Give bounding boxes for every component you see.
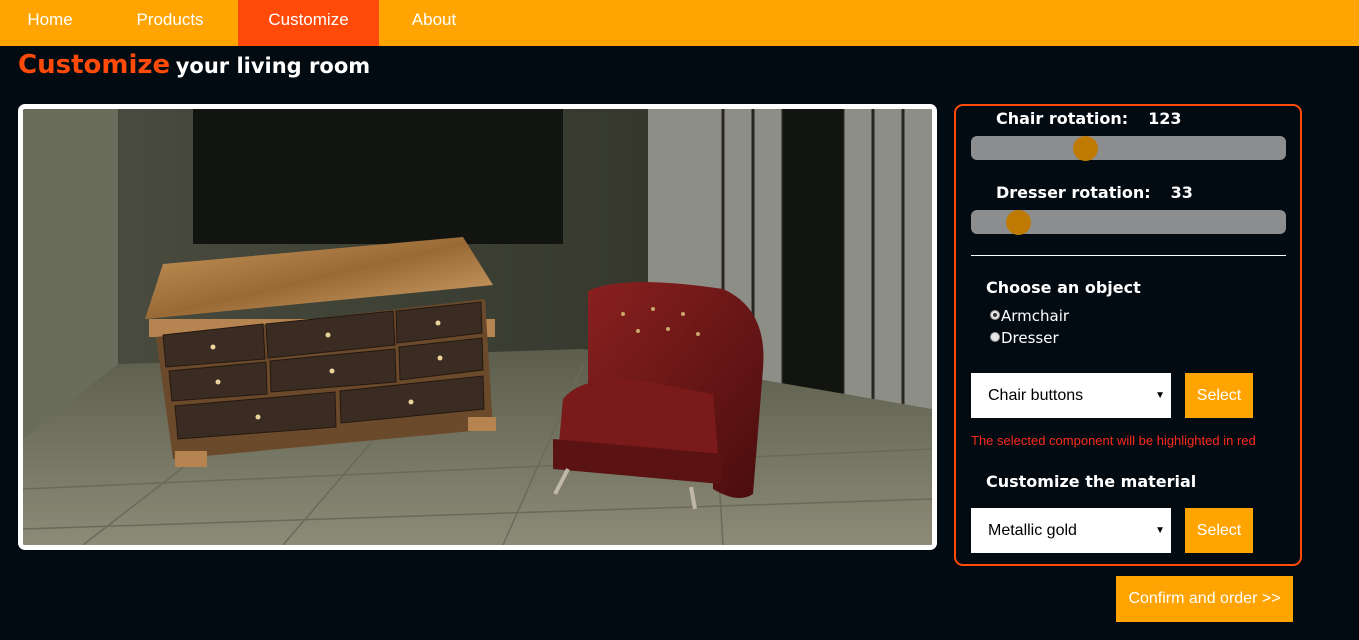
chair-rotation-label: Chair rotation: 123 (996, 109, 1182, 128)
dresser-rotation-slider[interactable] (971, 210, 1286, 235)
tv-screen (193, 109, 563, 244)
panel-divider (971, 255, 1286, 256)
room-scene (23, 109, 932, 545)
component-select[interactable]: Chair buttons ▼ (971, 373, 1171, 418)
chair-rotation-text: Chair rotation: (996, 109, 1129, 128)
chair-rotation-slider[interactable] (971, 136, 1286, 161)
radio-armchair[interactable]: Armchair (990, 307, 1069, 325)
dresser-rotation-label: Dresser rotation: 33 (996, 183, 1193, 202)
room-3d-viewport[interactable] (18, 104, 937, 550)
dresser-rotation-text: Dresser rotation: (996, 183, 1151, 202)
chevron-down-icon: ▼ (1155, 390, 1165, 401)
page-title-accent: Customize (18, 50, 171, 80)
material-select-value: Metallic gold (988, 522, 1077, 539)
radio-dresser-button[interactable] (990, 332, 1000, 342)
component-select-value: Chair buttons (988, 387, 1084, 404)
radio-dresser-label: Dresser (1001, 329, 1059, 347)
component-hint: The selected component will be highlight… (971, 433, 1256, 448)
top-nav: Home Products Customize About (0, 0, 1359, 46)
nav-customize[interactable]: Customize (238, 0, 379, 46)
material-select[interactable]: Metallic gold ▼ (971, 508, 1171, 553)
nav-home[interactable]: Home (0, 0, 100, 46)
dresser-model[interactable] (145, 237, 496, 467)
page-title-rest: your living room (175, 54, 371, 78)
chair-rotation-thumb[interactable] (1072, 136, 1098, 161)
customize-panel: Chair rotation: 123 Dresser rotation: 33 C… (954, 104, 1302, 566)
radio-armchair-button[interactable] (990, 310, 1000, 320)
component-select-button[interactable]: Select (1185, 373, 1253, 418)
nav-about[interactable]: About (379, 0, 489, 46)
dresser-rotation-thumb[interactable] (1005, 210, 1031, 235)
customize-material-title: Customize the material (986, 472, 1197, 491)
material-select-button[interactable]: Select (1185, 508, 1253, 553)
nav-products[interactable]: Products (100, 0, 240, 46)
page-title: Customize your living room (18, 50, 370, 80)
chair-rotation-value: 123 (1148, 109, 1182, 128)
radio-dresser[interactable]: Dresser (990, 329, 1059, 347)
chevron-down-icon: ▼ (1155, 525, 1165, 536)
dresser-rotation-value: 33 (1170, 183, 1193, 202)
confirm-order-button[interactable]: Confirm and order >> (1116, 576, 1293, 622)
radio-armchair-label: Armchair (1001, 307, 1070, 325)
choose-object-title: Choose an object (986, 278, 1141, 297)
